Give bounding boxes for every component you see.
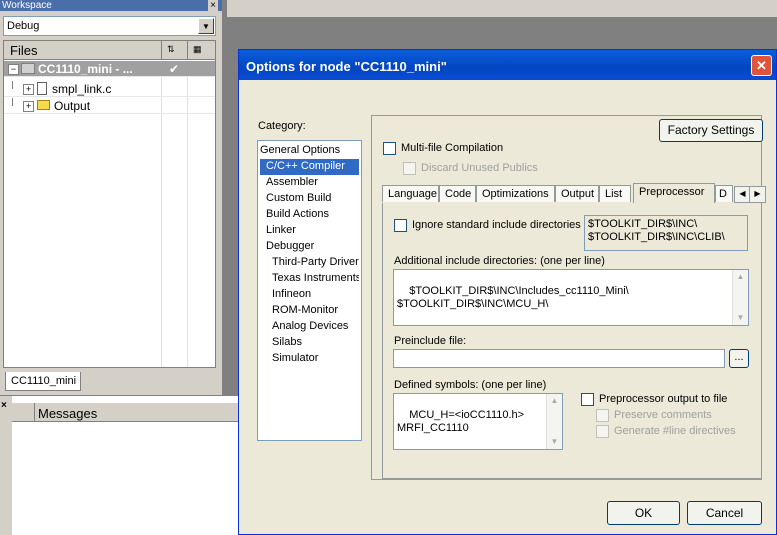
collapse-icon[interactable]: − bbox=[8, 64, 19, 75]
tree-item-label: Output bbox=[54, 99, 91, 113]
preinclude-label: Preinclude file: bbox=[394, 335, 467, 347]
defined-symbols-input[interactable]: MCU_H=<ioCC1110.h> MRFI_CC1110 ▲ ▼ bbox=[393, 393, 563, 450]
scroll-up-icon[interactable]: ▲ bbox=[548, 394, 561, 408]
checkmark-icon: ✔ bbox=[169, 62, 180, 76]
category-assembler[interactable]: Assembler bbox=[260, 175, 359, 191]
scroll-up-icon[interactable]: ▲ bbox=[734, 270, 747, 284]
scrollbar[interactable]: ▲ ▼ bbox=[732, 270, 748, 325]
multi-file-checkbox[interactable] bbox=[383, 142, 396, 155]
category-analog-devices[interactable]: Analog Devices bbox=[260, 319, 359, 335]
pp-output-label: Preprocessor output to file bbox=[599, 393, 728, 405]
dialog-title: Options for node "CC1110_mini" bbox=[239, 50, 776, 80]
workspace-title: Workspace bbox=[0, 0, 222, 11]
messages-header: Messages bbox=[12, 403, 238, 422]
factory-settings-button[interactable]: Factory Settings bbox=[659, 119, 763, 142]
ok-button[interactable]: OK bbox=[607, 501, 680, 525]
expand-icon[interactable]: + bbox=[23, 101, 34, 112]
tab-preprocessor[interactable]: Preprocessor bbox=[633, 183, 715, 203]
std-include-dirs: $TOOLKIT_DIR$\INC\ $TOOLKIT_DIR$\INC\CLI… bbox=[584, 215, 748, 251]
category-label: Category: bbox=[258, 120, 306, 132]
header-separator bbox=[161, 41, 162, 60]
workspace-tab[interactable]: CC1110_mini bbox=[5, 372, 81, 391]
defined-symbols-label: Defined symbols: (one per line) bbox=[394, 379, 547, 391]
project-icon bbox=[21, 63, 35, 74]
tree-item-label: CC1110_mini - ... bbox=[38, 62, 133, 76]
pp-output-checkbox[interactable] bbox=[581, 393, 594, 406]
folder-icon bbox=[37, 100, 50, 110]
multi-file-label: Multi-file Compilation bbox=[401, 142, 504, 154]
category-simulator[interactable]: Simulator bbox=[260, 351, 359, 367]
additional-include-text: $TOOLKIT_DIR$\INC\Includes_cc1110_Mini\ … bbox=[397, 285, 629, 310]
ignore-std-label: Ignore standard include directories bbox=[412, 219, 581, 231]
scroll-down-icon[interactable]: ▼ bbox=[548, 435, 561, 449]
generate-line-checkbox[interactable] bbox=[596, 425, 609, 438]
tab-diagnostics[interactable]: D bbox=[715, 185, 733, 202]
scroll-down-icon[interactable]: ▼ bbox=[734, 311, 747, 325]
category-c-compiler[interactable]: C/C++ Compiler bbox=[260, 159, 359, 175]
tree-line bbox=[12, 98, 13, 106]
defined-symbols-text: MCU_H=<ioCC1110.h> MRFI_CC1110 bbox=[397, 409, 525, 434]
tree-item-folder[interactable]: + Output bbox=[4, 98, 215, 114]
tab-language[interactable]: Language bbox=[382, 185, 439, 202]
configuration-value: Debug bbox=[7, 20, 40, 32]
tree-item-file[interactable]: + smpl_link.c bbox=[4, 81, 215, 97]
expand-icon[interactable]: + bbox=[23, 84, 34, 95]
category-linker[interactable]: Linker bbox=[260, 223, 359, 239]
messages-close-icon[interactable]: × bbox=[1, 400, 7, 411]
category-debugger[interactable]: Debugger bbox=[260, 239, 359, 255]
header-separator bbox=[34, 403, 35, 422]
category-rom-monitor[interactable]: ROM-Monitor bbox=[260, 303, 359, 319]
discard-unused-label: Discard Unused Publics bbox=[421, 162, 538, 174]
additional-include-label: Additional include directories: (one per… bbox=[394, 255, 605, 267]
tree-item-project[interactable]: − CC1110_mini - ... ✔ bbox=[4, 61, 215, 77]
messages-side-bar: × bbox=[0, 396, 12, 535]
tab-code[interactable]: Code bbox=[439, 185, 476, 202]
tab-output[interactable]: Output bbox=[555, 185, 599, 202]
generate-line-label: Generate #line directives bbox=[614, 425, 736, 437]
preserve-comments-label: Preserve comments bbox=[614, 409, 712, 421]
messages-panel: × Messages bbox=[0, 396, 238, 535]
messages-header-label: Messages bbox=[38, 406, 98, 421]
main-toolbar bbox=[227, 0, 777, 18]
additional-include-input[interactable]: $TOOLKIT_DIR$\INC\Includes_cc1110_Mini\ … bbox=[393, 269, 749, 326]
tab-scroll-right-icon[interactable]: ▶ bbox=[749, 186, 766, 203]
category-infineon[interactable]: Infineon bbox=[260, 287, 359, 303]
category-texas-instruments[interactable]: Texas Instruments bbox=[260, 271, 359, 287]
cancel-button[interactable]: Cancel bbox=[687, 501, 762, 525]
files-header: Files ⇅ ▦ bbox=[4, 41, 215, 60]
tab-list[interactable]: List bbox=[599, 185, 631, 202]
layout-icon[interactable]: ▦ bbox=[193, 44, 202, 55]
category-list[interactable]: General Options C/C++ Compiler Assembler… bbox=[257, 140, 362, 441]
file-icon bbox=[37, 82, 47, 95]
tab-optimizations[interactable]: Optimizations bbox=[476, 185, 555, 202]
category-build-actions[interactable]: Build Actions bbox=[260, 207, 359, 223]
workspace-panel: Workspace × Debug ▼ Files ⇅ ▦ − CC1110_m… bbox=[0, 0, 222, 395]
category-silabs[interactable]: Silabs bbox=[260, 335, 359, 351]
options-dialog: Options for node "CC1110_mini" ✕ Categor… bbox=[238, 49, 777, 535]
ignore-std-checkbox[interactable] bbox=[394, 219, 407, 232]
tree-item-label: smpl_link.c bbox=[52, 82, 112, 96]
sort-icon[interactable]: ⇅ bbox=[167, 44, 175, 55]
options-tabs: Language Code Optimizations Output List … bbox=[382, 183, 766, 203]
preserve-comments-checkbox[interactable] bbox=[596, 409, 609, 422]
discard-unused-checkbox[interactable] bbox=[403, 162, 416, 175]
close-icon[interactable]: ✕ bbox=[751, 55, 772, 76]
workspace-close-icon[interactable]: × bbox=[208, 0, 218, 11]
category-general-options[interactable]: General Options bbox=[260, 143, 359, 159]
header-separator bbox=[187, 41, 188, 60]
files-tree-panel: Files ⇅ ▦ − CC1110_mini - ... ✔ + smpl_l… bbox=[3, 40, 216, 368]
configuration-select[interactable]: Debug ▼ bbox=[3, 16, 216, 36]
browse-button[interactable]: ... bbox=[729, 349, 749, 368]
files-header-label: Files bbox=[10, 43, 38, 58]
tree-line bbox=[12, 81, 13, 89]
category-custom-build[interactable]: Custom Build bbox=[260, 191, 359, 207]
scrollbar[interactable]: ▲ ▼ bbox=[546, 394, 562, 449]
preinclude-input[interactable] bbox=[393, 349, 725, 368]
chevron-down-icon[interactable]: ▼ bbox=[198, 18, 214, 34]
category-third-party-driver[interactable]: Third-Party Driver bbox=[260, 255, 359, 271]
